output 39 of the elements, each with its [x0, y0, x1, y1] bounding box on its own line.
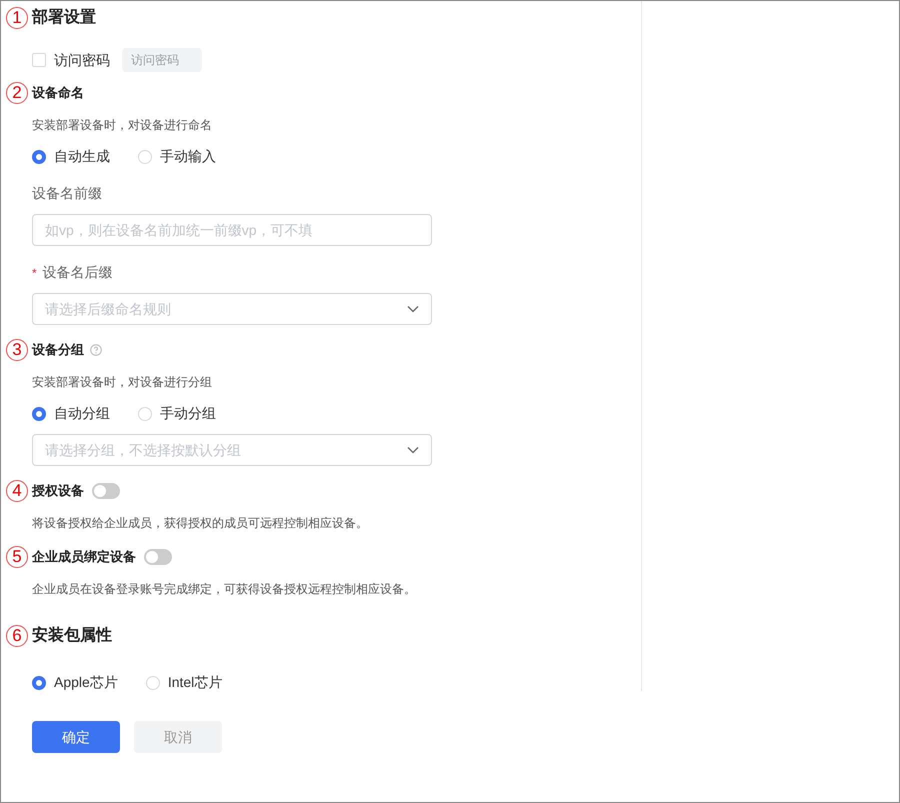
text-field[interactable]: 如vp，则在设备名前加统一前缀vp，可不填	[32, 214, 432, 246]
toggle-switch[interactable]	[144, 549, 172, 565]
number-marker: 1	[6, 7, 28, 29]
radio-button[interactable]	[32, 676, 46, 690]
radio-button[interactable]	[32, 150, 46, 164]
cancel-button[interactable]: 取消	[134, 721, 222, 753]
description-text: 安装部署设备时，对设备进行分组	[32, 374, 213, 391]
radio-button[interactable]	[32, 406, 46, 420]
description-text: 将设备授权给企业成员，获得授权的成员可远程控制相应设备。	[32, 515, 369, 532]
radio-label: 自动生成	[54, 147, 110, 166]
checkbox-label: 访问密码	[54, 50, 110, 70]
section-title: 企业成员绑定设备	[32, 548, 136, 566]
required-mark: *	[32, 264, 37, 282]
number-marker: 5	[6, 546, 28, 568]
field-label: 设备名前缀	[32, 184, 102, 203]
section-title: 授权设备	[32, 482, 84, 500]
radio-label: 手动分组	[160, 404, 216, 423]
description-text: 企业成员在设备登录账号完成绑定，可获得设备授权远程控制相应设备。	[32, 581, 417, 598]
number-marker: 6	[6, 625, 28, 647]
number-marker: 3	[6, 339, 28, 361]
radio-label: Intel芯片	[168, 673, 222, 692]
number-marker: 2	[6, 82, 28, 104]
chevron-down-icon	[407, 305, 419, 313]
section-title: 部署设置	[32, 7, 96, 28]
description-text: 安装部署设备时，对设备进行命名	[32, 117, 213, 134]
dropdown-field[interactable]: 请选择分组，不选择按默认分组	[32, 434, 432, 466]
radio-label: Apple芯片	[54, 673, 118, 692]
field-label: 设备名后缀	[42, 263, 113, 282]
section-title: 设备分组	[32, 341, 84, 360]
number-marker: 4	[6, 480, 28, 502]
confirm-button[interactable]: 确定	[32, 721, 120, 753]
radio-label: 手动输入	[160, 147, 216, 166]
dropdown-field[interactable]: 请选择后缀命名规则	[32, 293, 432, 325]
toggle-switch[interactable]	[92, 483, 120, 499]
section-title: 安装包属性	[32, 625, 112, 646]
checkbox[interactable]	[32, 53, 46, 67]
section-title: 设备命名	[32, 84, 84, 102]
chevron-down-icon	[407, 446, 419, 454]
radio-label: 自动分组	[54, 404, 110, 423]
